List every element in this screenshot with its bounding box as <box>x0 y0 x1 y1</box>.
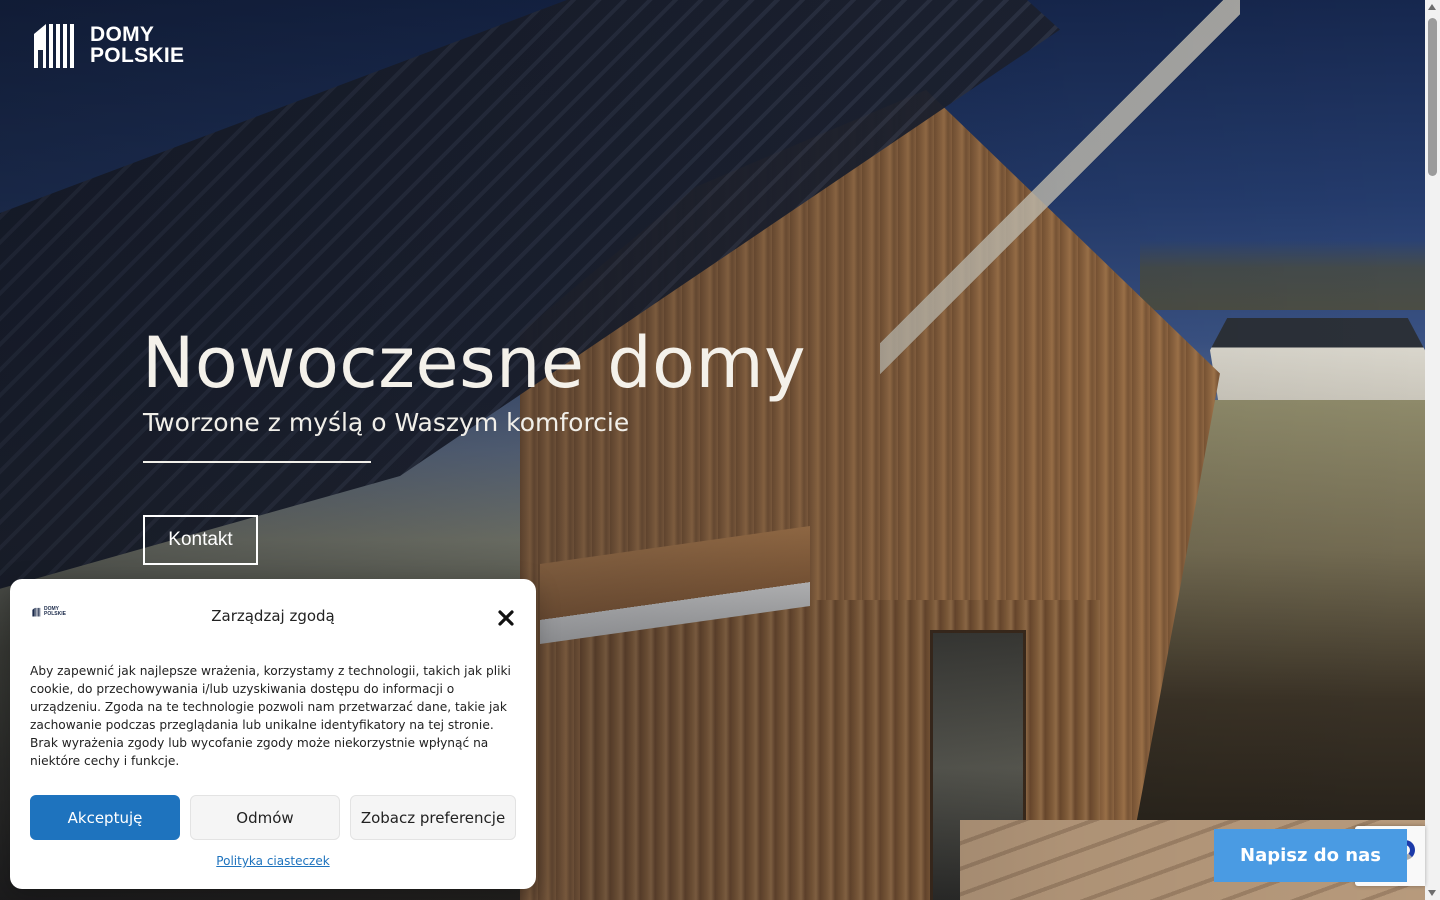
scroll-up-arrow-icon[interactable] <box>1428 4 1436 10</box>
cookie-consent-modal: DOMY POLSKIE Zarządzaj zgodą Aby zapewni… <box>10 579 536 889</box>
page-scrollbar[interactable] <box>1425 0 1440 900</box>
hero-divider <box>143 461 371 463</box>
scrollbar-thumb[interactable] <box>1428 18 1437 176</box>
cookie-modal-text: Aby zapewnić jak najlepsze wrażenia, kor… <box>30 664 511 768</box>
site-logo[interactable]: DOMY POLSKIE <box>32 20 184 70</box>
contact-button[interactable]: Kontakt <box>143 515 258 565</box>
write-to-us-button[interactable]: Napisz do nas <box>1214 829 1407 882</box>
close-icon <box>498 610 514 626</box>
view-preferences-button[interactable]: Zobacz preferencje <box>350 795 516 840</box>
cookie-policy-link[interactable]: Polityka ciasteczek <box>10 854 536 868</box>
deny-button[interactable]: Odmów <box>190 795 340 840</box>
hero-subtitle: Tworzone z myślą o Waszym komforcie <box>143 408 630 437</box>
accept-button[interactable]: Akceptuję <box>30 795 180 840</box>
logo-line-2: POLSKIE <box>90 44 185 67</box>
close-button[interactable] <box>496 608 516 628</box>
hero-title: Nowoczesne domy <box>142 322 807 404</box>
cookie-modal-title: Zarządzaj zgodą <box>211 607 335 625</box>
scroll-down-arrow-icon[interactable] <box>1428 890 1436 896</box>
logo-wordmark: DOMY POLSKIE <box>90 24 184 66</box>
logo-line-1: DOMY <box>90 23 155 46</box>
building-logo-icon <box>34 24 74 68</box>
